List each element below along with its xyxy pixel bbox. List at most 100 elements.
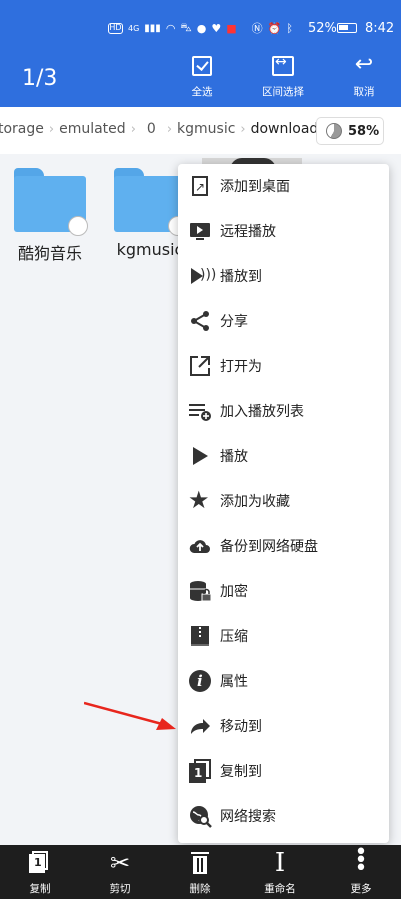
menu-item-favorite[interactable]: ★ 添加为收藏 <box>178 479 389 523</box>
encrypt-icon <box>188 579 212 603</box>
bottom-action-bar: 1 复制 ✂ 剪切 删除 I 重命名 • • • 更多 <box>0 840 401 899</box>
file-name: 酷狗音乐 <box>17 244 82 263</box>
menu-item-encrypt[interactable]: 加密 <box>178 569 389 613</box>
rename-button[interactable]: I 重命名 <box>240 845 320 899</box>
breadcrumb-item-download[interactable]: download <box>249 121 321 137</box>
select-all-label: 全选 <box>191 86 213 98</box>
copy-label: 复制 <box>29 883 51 895</box>
menu-item-label: 网络搜索 <box>220 809 276 825</box>
pie-chart-icon <box>326 123 342 139</box>
menu-item-label: 分享 <box>220 314 248 330</box>
battery-icon <box>337 23 357 33</box>
status-icons: HD 4G ▮▮▮ ◠ ⛍ ● ♥ ■ Ⓝ ⏰ ᛒ <box>108 20 293 36</box>
menu-item-label: 加密 <box>220 584 248 600</box>
range-select-label: 区间选择 <box>262 86 304 98</box>
annotation-arrow-icon <box>84 701 176 730</box>
play-icon <box>188 444 212 468</box>
file-item[interactable]: 酷狗音乐 <box>4 162 96 264</box>
heart-icon: ♥ <box>211 21 222 35</box>
more-icon: • • • <box>354 840 368 881</box>
alarm-icon: ⏰ <box>267 21 282 35</box>
nfc-icon: Ⓝ <box>251 22 263 35</box>
context-menu: ↗ 添加到桌面 远程播放 ))) 播放到 分享 打开为 加入播放列表 播放 ★ … <box>178 164 389 843</box>
top-app-bar: HD 4G ▮▮▮ ◠ ⛍ ● ♥ ■ Ⓝ ⏰ ᛒ 52% 8:42 1/3 全… <box>0 0 401 107</box>
menu-item-compress[interactable]: 压缩 <box>178 614 389 658</box>
remote-play-icon <box>188 219 212 243</box>
wifi-icon: ◠ <box>165 21 176 35</box>
menu-item-remote-play[interactable]: 远程播放 <box>178 209 389 253</box>
add-to-desktop-icon: ↗ <box>188 174 212 198</box>
menu-item-label: 远程播放 <box>220 224 276 240</box>
cloud-upload-icon <box>188 534 212 558</box>
select-circle[interactable] <box>68 216 88 236</box>
range-select-button[interactable]: 区间选择 <box>251 54 315 99</box>
select-all-button[interactable]: 全选 <box>170 54 234 99</box>
menu-item-share[interactable]: 分享 <box>178 299 389 343</box>
cancel-label: 取消 <box>353 86 375 98</box>
delete-button[interactable]: 删除 <box>160 845 240 899</box>
rename-icon: I <box>274 848 286 878</box>
open-as-icon <box>188 354 212 378</box>
undo-icon: ↩ <box>354 52 374 77</box>
menu-item-label: 压缩 <box>220 629 248 645</box>
compress-icon <box>188 624 212 648</box>
chevron-right-icon: › <box>48 121 55 137</box>
battery-percent: 52% <box>308 21 337 36</box>
app-notification-icon: ■ <box>226 21 237 35</box>
bluetooth-icon: ᛒ <box>286 21 293 35</box>
breadcrumb-item-kgmusic[interactable]: kgmusic <box>175 121 237 137</box>
breadcrumb-item-emulated[interactable]: emulated <box>57 121 128 137</box>
menu-item-properties[interactable]: i 属性 <box>178 659 389 703</box>
menu-item-label: 移动到 <box>220 719 262 735</box>
storage-usage-button[interactable]: 58% <box>316 117 384 145</box>
status-bar: HD 4G ▮▮▮ ◠ ⛍ ● ♥ ■ Ⓝ ⏰ ᛒ 52% 8:42 <box>0 0 401 36</box>
checkbox-icon <box>192 56 212 76</box>
more-button[interactable]: • • • 更多 <box>321 840 401 899</box>
star-icon: ★ <box>188 486 210 514</box>
breadcrumb-item-0[interactable]: 0 <box>139 121 164 137</box>
menu-item-play[interactable]: 播放 <box>178 434 389 478</box>
copy-icon: 1 <box>0 849 80 877</box>
chevron-right-icon: › <box>240 121 246 137</box>
menu-item-open-as[interactable]: 打开为 <box>178 344 389 388</box>
cancel-button[interactable]: ↩ 取消 <box>332 54 396 99</box>
cut-label: 剪切 <box>109 883 131 895</box>
menu-item-add-playlist[interactable]: 加入播放列表 <box>178 389 389 433</box>
rename-label: 重命名 <box>264 883 296 895</box>
menu-item-add-to-desktop[interactable]: ↗ 添加到桌面 <box>178 164 389 208</box>
cut-icon: ✂ <box>109 849 131 877</box>
folder-icon <box>114 168 188 236</box>
clock: 8:42 <box>365 21 395 36</box>
info-icon: i <box>188 669 212 693</box>
hd-icon: HD <box>108 22 123 34</box>
menu-item-label: 添加到桌面 <box>220 179 290 195</box>
menu-item-backup-cloud[interactable]: 备份到网络硬盘 <box>178 524 389 568</box>
menu-item-label: 播放 <box>220 449 248 465</box>
selection-count: 1/3 <box>22 66 58 91</box>
menu-item-label: 备份到网络硬盘 <box>220 539 318 555</box>
share-icon <box>188 309 212 333</box>
signal-icon: ▮▮▮ <box>144 22 161 34</box>
chevron-right-icon: › <box>130 121 136 137</box>
menu-item-label: 加入播放列表 <box>220 404 304 420</box>
cut-button[interactable]: ✂ 剪切 <box>80 845 160 899</box>
menu-item-web-search[interactable]: 网络搜索 <box>178 794 389 838</box>
menu-item-label: 播放到 <box>220 269 262 285</box>
menu-item-label: 添加为收藏 <box>220 494 290 510</box>
delete-label: 删除 <box>189 883 211 895</box>
more-label: 更多 <box>350 883 372 895</box>
delete-icon <box>160 849 240 877</box>
move-icon <box>188 714 212 738</box>
breadcrumb-item-storage[interactable]: torage <box>0 121 46 137</box>
menu-item-cast[interactable]: ))) 播放到 <box>178 254 389 298</box>
chevron-right-icon: › <box>166 121 173 137</box>
menu-item-copy-to[interactable]: 1 复制到 <box>178 749 389 793</box>
4g-signal-icon: 4G <box>128 23 140 33</box>
storage-percent: 58% <box>348 123 380 139</box>
menu-item-move-to[interactable]: 移动到 <box>178 704 389 748</box>
copy-button[interactable]: 1 复制 <box>0 845 80 899</box>
range-select-icon <box>272 54 294 76</box>
folder-icon <box>14 168 88 236</box>
add-playlist-icon <box>188 399 212 423</box>
copy-to-icon: 1 <box>188 759 212 783</box>
